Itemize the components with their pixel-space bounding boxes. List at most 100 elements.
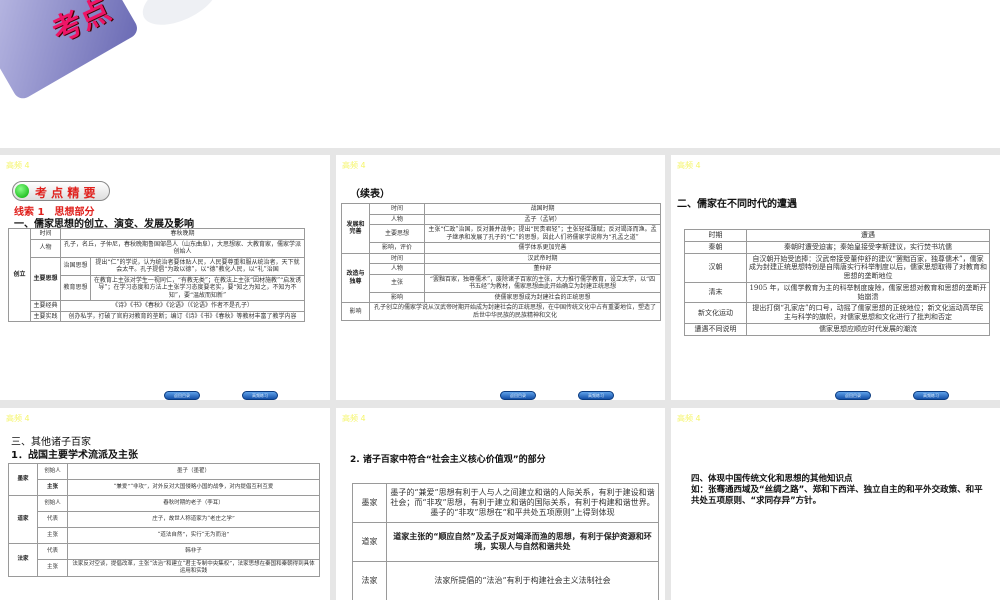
table-cell: 自汉朝开始受追捧：汉武帝接受董仲舒的建议“罢黜百家，独尊儒术”，儒家成为封建正统… [746, 252, 990, 283]
table-header-row: 时期 遭遇 [684, 229, 990, 242]
row-label: 治国思想 [60, 256, 91, 276]
table-cell: 秦朝 [684, 240, 747, 254]
slide-thumbnail-0[interactable]: 考点 [0, 0, 1000, 148]
table-cell: 时间 [369, 203, 425, 215]
table-cell: 改造与独尊 [341, 252, 370, 303]
table-cell: 战国时期 [424, 203, 661, 215]
table-cell: 道家 [352, 522, 387, 562]
table-cell: 汉朝 [684, 252, 747, 283]
slide-tag: 高频 4 [342, 414, 366, 423]
slide-tag: 高频 4 [6, 161, 30, 170]
table-cell: 创始人 [37, 463, 68, 480]
table-cell: 创始人 [37, 495, 68, 512]
row-label: 主要实践 [30, 310, 61, 322]
table-cell: 影响 [369, 291, 425, 303]
table-row: 人物 孟子（孟轲） [342, 213, 661, 225]
title-pill: 考 点 精 要 [12, 181, 110, 201]
slide-thumbnail-4[interactable]: 高频 4 三、其他诸子百家 1．战国主要学术流派及主张 墨家 创始人 墨子（墨翟）主… [0, 408, 330, 600]
table-cell: 发展和完善 [341, 203, 370, 254]
table-cell: 墨家 [8, 463, 38, 496]
table-cell: 道家主张的“顺应自然”及孟子反对竭泽而渔的思想，有利于保护资源和环境，实现人与自… [386, 522, 659, 562]
table-row: 道家 道家主张的“顺应自然”及孟子反对竭泽而渔的思想，有利于保护资源和环境，实现人… [352, 522, 659, 562]
table-row: 主张 法家反对空谈，提倡改革，主张“法治”和建立“君主专制中央集权”，法家思想在秦… [9, 559, 320, 577]
table-row: 新文化运动 提出打倒“孔家店”的口号，动摇了儒家思想的正统地位；新文化运动高举民主… [684, 302, 990, 324]
table-row: 主张 “兼爱”“非攻”，对外反对大国侵略小国的战争，对内提倡互利互爱 [9, 479, 320, 496]
table-row: 发展和完善 时间 战国时期 [341, 203, 661, 254]
row-label: 人物 [30, 238, 61, 258]
table-row: 清末 1905 年，以儒学教育为主的科举制度废除，儒家思想对教育和思想的垄断开始崩… [684, 281, 990, 304]
table-cell: 庄子，故世人称道家为“老庄之学” [67, 511, 320, 528]
table-cell: 使儒家思想成为封建社会的正统思想 [424, 291, 661, 303]
green-dot-icon [15, 184, 29, 198]
table-cell: 法家 [352, 561, 387, 600]
table-row: 道家 创始人 春秋时期的老子（李耳） [8, 495, 320, 544]
table-cell: 春秋时期的老子（李耳） [67, 495, 320, 512]
row-value: 春秋晚期 [60, 228, 305, 240]
table-cell: 孟子（孟轲） [424, 213, 661, 225]
table-cell: 道家 [8, 495, 38, 544]
nav-button-back[interactable]: 返回目录 [500, 391, 536, 400]
slide-thumbnail-5[interactable]: 高频 4 2. 诸子百家中符合“社会主义核心价值观”的部分 墨家 墨子的“兼爱”思… [336, 408, 665, 600]
sub-heading: 1．战国主要学术流派及主张 [11, 450, 138, 461]
table-row: 影响 使儒家思想成为封建社会的正统思想 [342, 291, 661, 303]
row-label: 主要思想 [30, 256, 61, 301]
nav-button-back[interactable]: 返回目录 [164, 391, 200, 400]
row-value: 创办私学，打破了官府对教育的垄断；编订《诗》《书》《春秋》等教材丰富了教学内容 [60, 310, 305, 322]
confucian-table: 创立 时间 春秋晚期 人物 孔子，名丘，子仲尼，春秋晚期鲁国邹邑人（山东曲阜），大思想… [8, 228, 305, 322]
table-cell: 法家 [8, 543, 38, 577]
table-cell: 清末 [684, 281, 747, 304]
table-cell: 儒学体系更加完善 [424, 242, 661, 254]
table-cell: 主张 [37, 479, 68, 496]
section-heading: 二、儒家在不同时代的遭遇 [677, 199, 797, 210]
table-cell: 法家所提倡的“法治”有利于构建社会主义法制社会 [386, 561, 659, 600]
nav-button-practice[interactable]: 高频练习 [578, 391, 614, 400]
section-heading: 四、体现中国传统文化和思想的其他知识点 [691, 474, 853, 484]
table-row: 墨家 创始人 墨子（墨翟） [8, 463, 320, 496]
table-cell: 影响 [341, 302, 370, 321]
slide-tag: 高频 4 [342, 161, 366, 170]
table-row: 法家 法家所提倡的“法治”有利于构建社会主义法制社会 [352, 561, 659, 600]
row-value: 孔子，名丘，子仲尼，春秋晚期鲁国邹邑人（山东曲阜），大思想家、大教育家，儒家学派… [60, 238, 305, 258]
table-cell: 主张 [369, 273, 425, 293]
nav-button-practice[interactable]: 高频练习 [913, 391, 949, 400]
slide-body: 四、体现中国传统文化和思想的其他知识点 如：张骞通西域及“丝绸之路”、郑和下西洋… [691, 474, 991, 507]
table-cell: 主张“仁政”治国，反对兼并战争；提出“民贵君轻”；主张轻徭薄赋；反对竭泽而渔。孟… [424, 224, 661, 243]
slide-thumbnail-3[interactable]: 高频 4 二、儒家在不同时代的遭遇 时期 遭遇 秦朝 秦朝时遭受迫害；秦始皇接受李斯建… [671, 155, 1000, 400]
table-cell: 汉武帝时期 [424, 252, 661, 264]
table-row: 主张 “罢黜百家，独尊儒术”，废除诸子百家的主张，大力推行儒学教育，设立太学，以“… [342, 273, 661, 293]
table-row: 主要思想 主张“仁政”治国，反对兼并战争；提出“民贵君轻”；主张轻徭薄赋；反对竭泽… [342, 224, 661, 243]
pill-label: 考 点 精 要 [35, 186, 96, 200]
table-row: 人物 董仲舒 [342, 263, 661, 275]
table-row: 墨家 墨子的“兼爱”思想有利于人与人之间建立和谐的人际关系，有利于建设和谐社会；而… [352, 483, 659, 523]
table-cell: 董仲舒 [424, 263, 661, 275]
row-label: 时间 [30, 228, 61, 240]
table-row: 改造与独尊 时间 汉武帝时期 [341, 252, 661, 303]
table-row: 主张 “道法自然”，实行“无为而治” [9, 527, 320, 544]
table-cell: 墨家 [352, 483, 387, 523]
table-cell: 遭遇 [746, 229, 990, 242]
slide-thumbnail-6[interactable]: 高频 4 四、体现中国传统文化和思想的其他知识点 如：张骞通西域及“丝绸之路”、… [671, 408, 1000, 600]
table-cell: 影响，评价 [369, 242, 425, 254]
table-cell: 韩非子 [67, 543, 320, 560]
nav-button-practice[interactable]: 高频练习 [242, 391, 278, 400]
table-cell: 法家反对空谈，提倡改革，主张“法治”和建立“君主专制中央集权”，法家思想在秦国和… [67, 559, 320, 577]
encounters-table: 时期 遭遇 秦朝 秦朝时遭受迫害；秦始皇接受李斯建议，实行焚书坑儒 汉朝 自汉朝开始受追捧… [684, 229, 990, 336]
table-cell: 代表 [37, 511, 68, 528]
row-value: 提出“仁”的学说，认为统治者要体贴人民，人民要尊重和服从统治者，天下就会太平。孔… [90, 256, 305, 276]
nav-button-back[interactable]: 返回目录 [835, 391, 871, 400]
table-cell: 墨子的“兼爱”思想有利于人与人之间建立和谐的人际关系，有利于建设和谐社会；而“非… [386, 483, 659, 523]
table-cell: 秦朝时遭受迫害；秦始皇接受李斯建议，实行焚书坑儒 [746, 240, 990, 254]
table-row: 秦朝 秦朝时遭受迫害；秦始皇接受李斯建议，实行焚书坑儒 [684, 240, 990, 254]
table-row: 汉朝 自汉朝开始受追捧：汉武帝接受董仲舒的建议“罢黜百家，独尊儒术”，儒家成为封建… [684, 252, 990, 283]
slide-thumbnail-1[interactable]: 高频 4 考 点 精 要 线索 1 思想部分 一、儒家思想的创立、演变、发展及影… [0, 155, 330, 400]
section-heading: （续表） [350, 189, 390, 200]
table-cell: 孔子创立的儒家学说从汉武帝时期开始成为封建社会的正统思想，在中国传统文化中占有重… [369, 302, 661, 321]
table-cell: 主张 [37, 559, 68, 577]
table-row: 遭遇不同说明 儒家思想应顺应时代发展的潮流 [684, 322, 990, 336]
slide-thumbnail-2[interactable]: 高频 4 （续表） 发展和完善 时间 战国时期 人物 孟子（孟轲） 主要思想 主张“仁政”治… [336, 155, 665, 400]
table-cell: 儒家思想应顺应时代发展的潮流 [746, 322, 990, 336]
table-cell: 主要思想 [369, 224, 425, 243]
slide-tag: 高频 4 [6, 414, 30, 423]
table-cell: 主张 [37, 527, 68, 544]
table-cell: 新文化运动 [684, 302, 747, 324]
